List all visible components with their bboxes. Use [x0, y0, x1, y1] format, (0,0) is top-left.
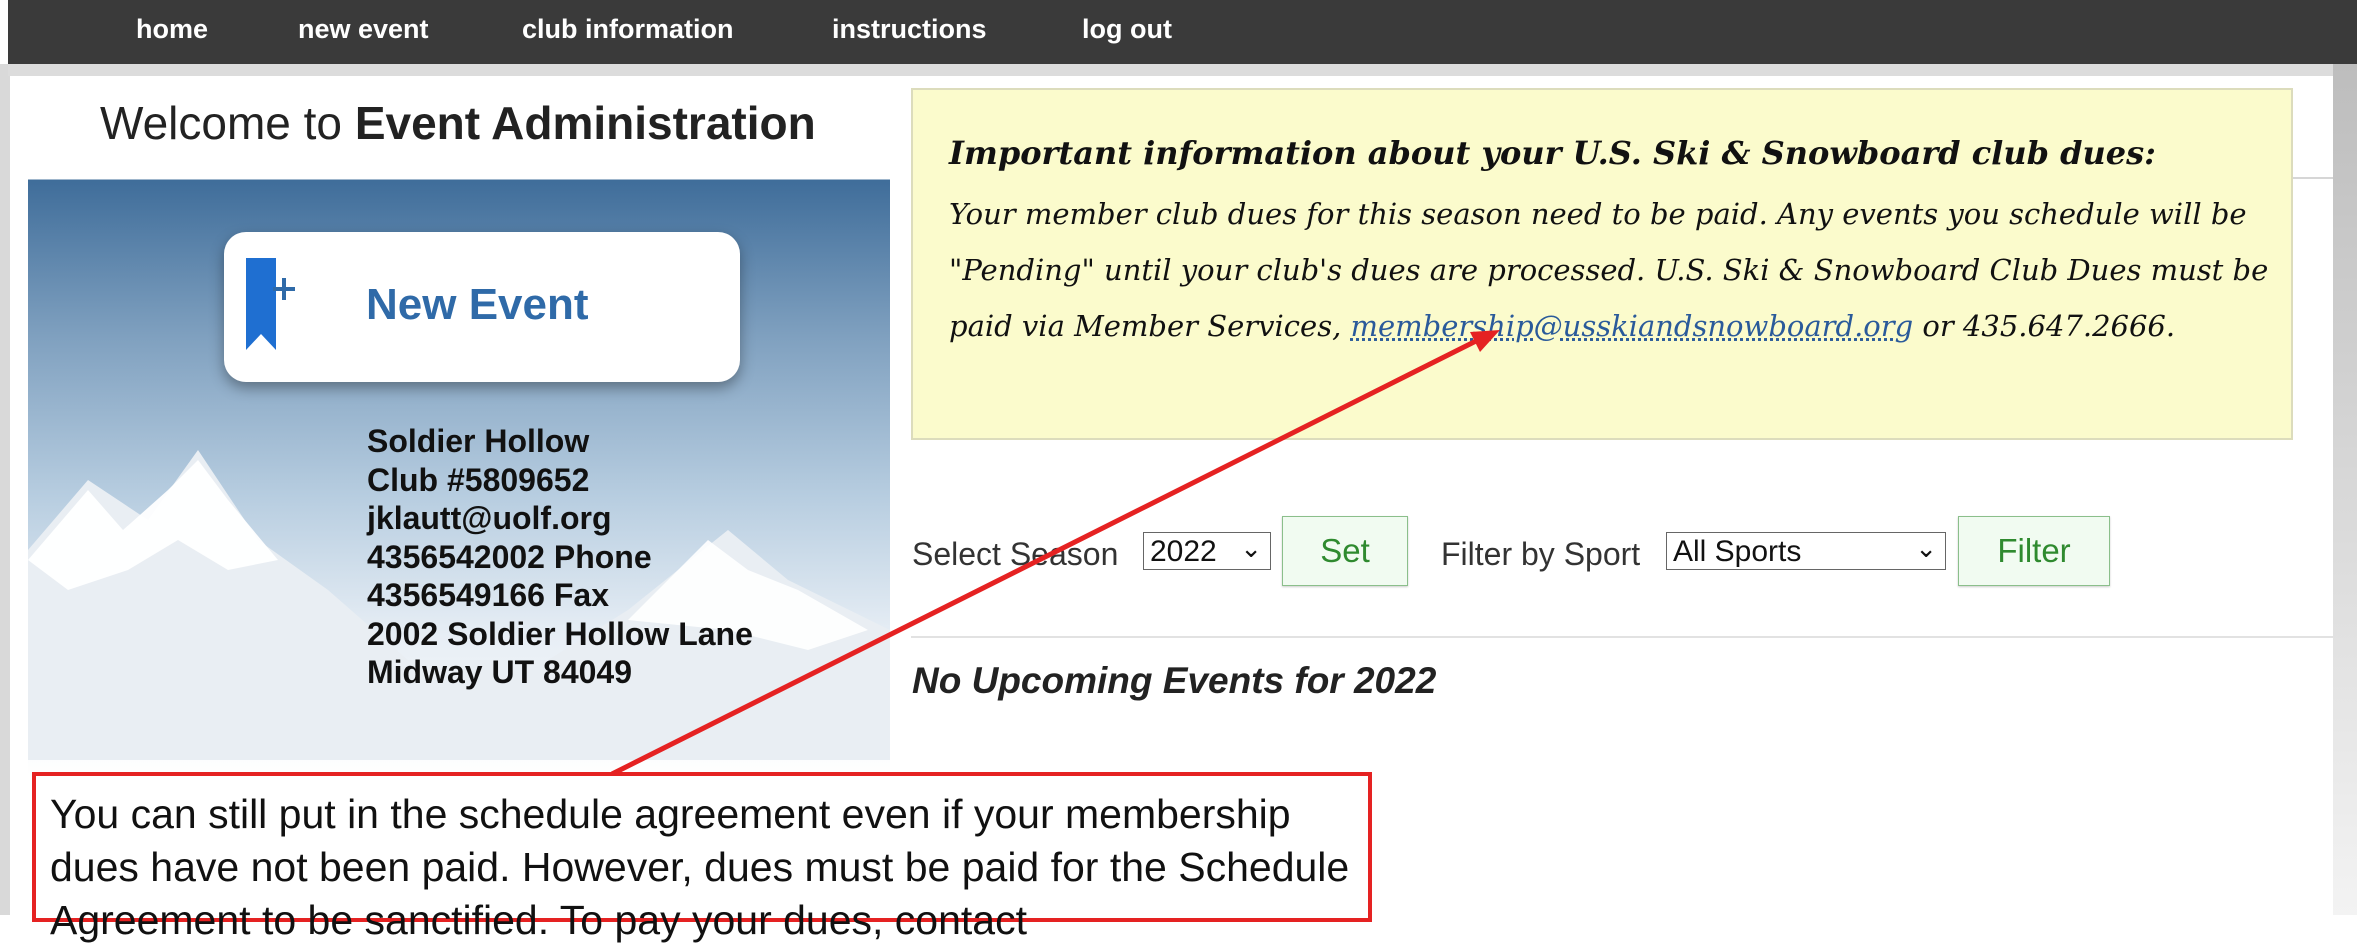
no-events-message: No Upcoming Events for 2022 — [912, 660, 1437, 701]
chevron-down-icon: ⌄ — [1915, 533, 1937, 563]
nav-club-information[interactable]: club information — [522, 14, 734, 45]
filter-button[interactable]: Filter — [1958, 516, 2110, 586]
club-info-block: Soldier Hollow Club #5809652 jklautt@uol… — [367, 422, 753, 692]
sport-select-value: All Sports — [1673, 535, 1802, 568]
callout-text: You can still put in the schedule agreem… — [50, 791, 1350, 943]
club-fax: 4356549166 Fax — [367, 577, 609, 613]
bookmark-plus-icon — [246, 258, 295, 350]
page-frame-left — [0, 64, 10, 915]
sport-filter-label: Filter by Sport — [1441, 536, 1641, 572]
membership-email-link[interactable]: membership@usskiandsnowboard.org — [1351, 309, 1914, 343]
club-address-line1: 2002 Soldier Hollow Lane — [367, 615, 753, 652]
set-button[interactable]: Set — [1282, 516, 1408, 586]
chevron-down-icon: ⌄ — [1240, 533, 1262, 563]
club-number: Club #5809652 — [367, 461, 590, 498]
club-phone: 4356542002 Phone — [367, 538, 652, 575]
notice-body-phone: or 435.647.2666. — [1922, 309, 2176, 343]
dues-notice-box: Important information about your U.S. Sk… — [911, 88, 2293, 440]
top-nav-bar: home new event club information instruct… — [8, 0, 2357, 64]
welcome-app-name: Event Administration — [354, 97, 816, 149]
nav-new-event[interactable]: new event — [298, 14, 429, 45]
season-label: Select Season — [912, 536, 1119, 572]
season-select-value: 2022 — [1150, 535, 1217, 568]
season-select[interactable]: 2022 ⌄ — [1143, 532, 1271, 570]
club-address-line2: Midway UT 84049 — [367, 654, 632, 690]
nav-instructions[interactable]: instructions — [832, 14, 987, 45]
page-frame-right — [2333, 64, 2357, 915]
new-event-button[interactable]: New Event — [224, 232, 740, 382]
welcome-prefix: Welcome to — [100, 97, 343, 149]
nav-log-out[interactable]: log out — [1082, 14, 1172, 45]
notice-body: Your member club dues for this season ne… — [949, 186, 2279, 354]
events-divider — [911, 636, 2333, 638]
notice-title: Important information about your U.S. Sk… — [949, 134, 2156, 172]
annotation-callout: You can still put in the schedule agreem… — [32, 772, 1372, 943]
sport-filter-select[interactable]: All Sports ⌄ — [1666, 532, 1946, 570]
divider-line — [2293, 177, 2333, 179]
welcome-heading: Welcome to Event Administration — [100, 96, 816, 150]
nav-home[interactable]: home — [136, 14, 208, 45]
new-event-label: New Event — [366, 280, 589, 329]
club-email: jklautt@uolf.org — [367, 500, 612, 536]
page-frame-top — [8, 64, 2357, 76]
club-name: Soldier Hollow — [367, 423, 590, 459]
